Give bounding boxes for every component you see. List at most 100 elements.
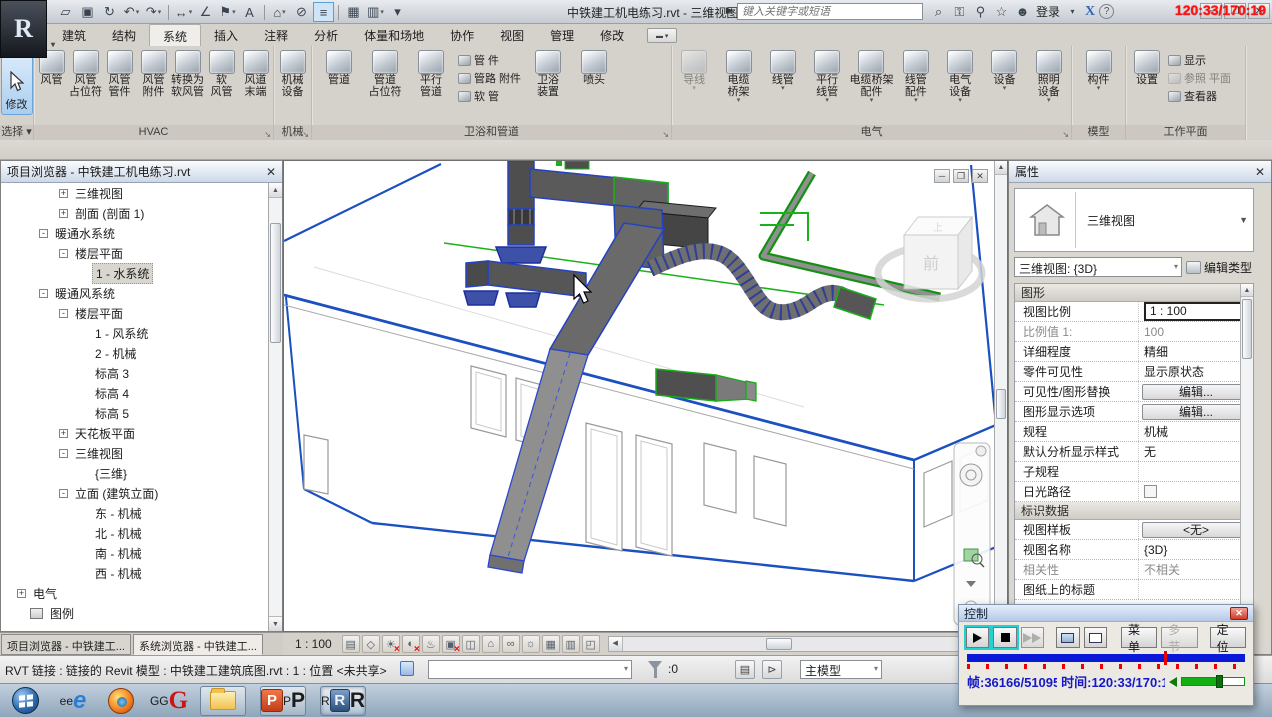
electrical-panel-label[interactable]: 电气↘ [672,125,1071,140]
search-icon[interactable]: ⌕ [930,3,947,20]
ribbon-button[interactable]: 机械 设备 [276,48,310,98]
plumbing-panel-label[interactable]: 卫浴和管道↘ [312,125,671,140]
ribbon-tab[interactable]: 注释 [251,24,301,46]
recorder-title-bar[interactable]: 控制 ✕ [959,605,1253,622]
minimize-ribbon-button[interactable]: ▬ ▾ [647,28,677,43]
scroll-thumb[interactable] [996,389,1006,419]
hvac-panel-label[interactable]: HVAC↘ [34,125,273,140]
property-row[interactable]: 默认分析显示样式 无 [1015,442,1253,462]
tree-item[interactable]: + 剖面 (剖面 1) [1,203,268,223]
panel-launcher-icon[interactable]: ↘ [1062,131,1069,139]
separator[interactable] [338,5,339,20]
multi-section-button[interactable]: 多节 [1161,627,1197,648]
tree-item[interactable]: + 三维视图 [1,183,268,203]
switch-windows-icon[interactable]: ▥ [365,2,386,22]
tree-item[interactable]: 东 - 机械 [1,503,268,523]
modify-button[interactable]: 修改 [1,51,33,115]
expand-toggle-icon[interactable]: - [59,309,68,318]
ribbon-small-button[interactable]: 管 件 [458,52,521,68]
panel-launcher-icon[interactable]: ↘ [302,131,309,139]
model-panel-label[interactable]: 模型 [1072,125,1125,140]
tree-item[interactable]: - 楼层平面 [1,243,268,263]
shadows-icon[interactable]: ◐ [402,635,420,653]
ribbon-small-button[interactable]: 管路 附件 [458,70,521,86]
expand-toggle-icon[interactable]: - [59,449,68,458]
tag-icon[interactable]: ⚑ [217,2,238,22]
powerpoint-icon[interactable]: PP P [260,686,306,716]
filter-icon[interactable] [648,661,662,670]
property-row[interactable]: 相关性 不相关 [1015,560,1253,580]
recorder-close-button[interactable]: ✕ [1230,607,1248,620]
property-row[interactable]: 可见性/图形替换 编辑... [1015,382,1253,402]
panel-launcher-icon[interactable]: ↘ [264,131,271,139]
ribbon-tab[interactable]: 插入 [201,24,251,46]
tree-item[interactable]: - 暖通风系统 [1,283,268,303]
property-row[interactable]: 规程 机械 [1015,422,1253,442]
ribbon-button[interactable]: 风道 末端 [239,48,273,98]
sun-path-icon[interactable]: ☀ [382,635,400,653]
tree-item[interactable]: 1 - 风系统 [1,323,268,343]
expand-toggle-icon[interactable]: - [59,249,68,258]
navigation-bar[interactable] [954,443,990,625]
browser-tab[interactable]: 系统浏览器 - 中铁建工... [133,634,263,655]
ribbon-tab[interactable]: 体量和场地 [351,24,437,46]
mechanical-panel-label[interactable]: 机械↘ [274,125,311,140]
ribbon-button[interactable]: 线管 配件 ▾ [894,48,938,104]
scroll-up-icon[interactable]: ▲ [269,183,282,198]
fullscreen-button[interactable] [1084,627,1107,648]
expand-toggle-icon[interactable]: + [59,209,68,218]
ribbon-small-button[interactable]: 参照 平面 [1168,70,1231,86]
chevron-down-icon[interactable]: ▼ [1239,215,1253,225]
type-selector[interactable]: 三维视图 ▼ [1014,188,1254,252]
sync-icon[interactable]: ↻ [99,2,120,22]
ribbon-button[interactable]: 设置 [1130,48,1164,86]
scale-button[interactable]: 1 : 100 [287,636,340,652]
thin-lines-icon[interactable]: ≡ [313,2,334,22]
property-row[interactable]: 日光路径 [1015,482,1253,502]
separator[interactable] [264,5,265,20]
property-row[interactable]: 视图名称 {3D} [1015,540,1253,560]
properties-scrollbar[interactable]: ▲ ▼ [1240,284,1253,647]
start-button[interactable] [8,686,42,716]
browser-tab[interactable]: 项目浏览器 - 中铁建工... [1,634,131,655]
ribbon-tab[interactable]: 修改 [587,24,637,46]
scroll-thumb[interactable] [1242,299,1252,359]
browser-scrollbar[interactable]: ▲ ▼ [268,183,282,631]
communication-center-icon[interactable]: ⚲ [972,3,989,20]
ribbon-button[interactable]: 风管 占位符 [69,48,103,98]
expand-toggle-icon[interactable]: + [59,189,68,198]
ribbon-button[interactable]: 设备 ▾ [982,48,1026,92]
property-row[interactable]: 图形显示选项 编辑... [1015,402,1253,422]
temp-view-properties-icon[interactable]: ▥ [562,635,580,653]
ribbon-button[interactable]: 线管 ▾ [761,48,805,92]
scroll-down-icon[interactable]: ▼ [269,616,282,631]
ribbon-small-button[interactable]: 查看器 [1168,88,1231,104]
tree-item[interactable]: {三维} [1,463,268,483]
ribbon-button[interactable]: 电缆 桥架 ▾ [716,48,760,104]
property-row[interactable]: 视图比例 1 : 100 [1015,302,1253,322]
select-panel-label[interactable]: 选择 ▾ [0,125,33,140]
property-row[interactable]: 子规程 [1015,462,1253,482]
favorites-star-icon[interactable]: ☆ [993,3,1010,20]
open-icon[interactable]: ▱ [55,2,76,22]
ribbon-tab[interactable]: 系统 [149,24,201,46]
exchange-apps-icon[interactable]: X [1085,4,1095,20]
signin-label[interactable]: 登录 [1036,3,1060,20]
tree-item[interactable]: + 电气 [1,583,268,603]
fast-forward-button[interactable] [1021,627,1044,648]
ribbon-button[interactable]: 电缆桥架 配件 ▾ [849,48,893,104]
ribbon-small-button[interactable]: 显示 [1168,52,1231,68]
crop-view-icon[interactable]: ▣ [442,635,460,653]
tree-item[interactable]: 标高 4 [1,383,268,403]
scroll-up-icon[interactable]: ▲ [1241,284,1253,297]
ribbon-button[interactable]: 管道 [316,48,362,98]
drawing-area[interactable]: 前 上 ─ ❐ ✕ [283,160,1008,632]
expand-toggle-icon[interactable]: - [39,289,48,298]
aligned-dimension-icon[interactable]: ∠ [195,2,216,22]
property-row[interactable]: 图纸上的标题 [1015,580,1253,600]
expand-toggle-icon[interactable]: - [39,229,48,238]
tree-item[interactable]: 南 - 机械 [1,543,268,563]
worksharing-display-icon[interactable]: ▦ [542,635,560,653]
user-icon[interactable]: ☻ [1014,3,1031,20]
expand-toggle-icon[interactable]: + [59,429,68,438]
